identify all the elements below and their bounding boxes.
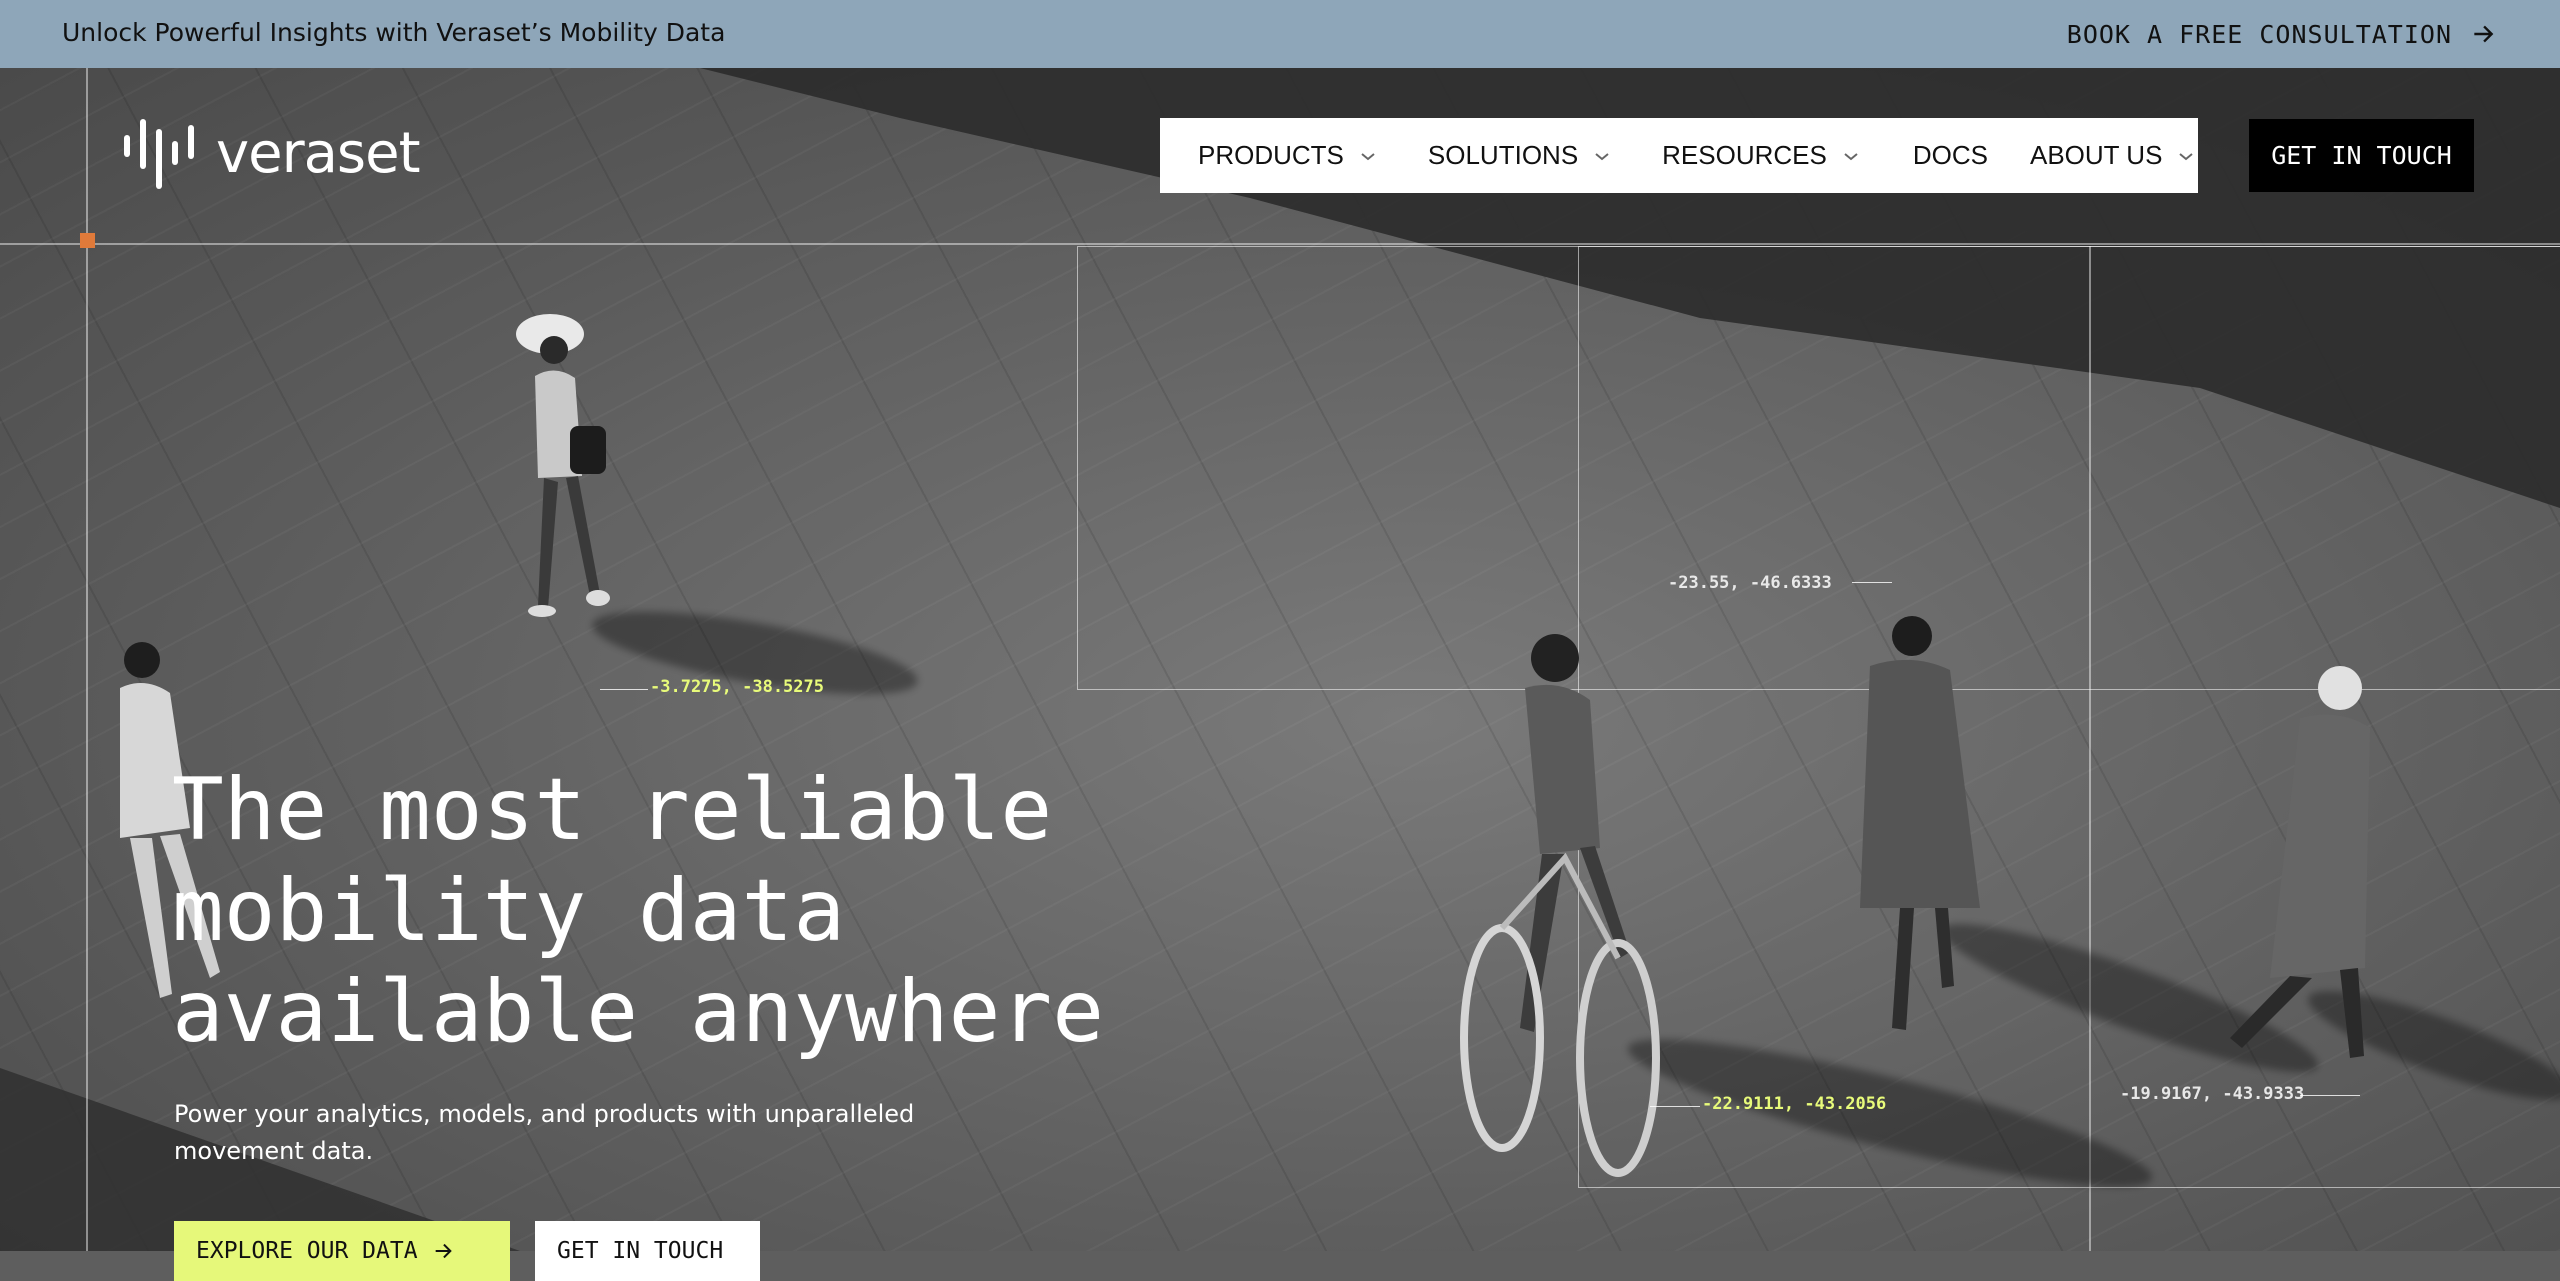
main-nav: PRODUCTS SOLUTIONS RESOURCES DOCS ABOUT … [1160,118,2198,193]
coord-leader-3 [1650,1106,1700,1107]
coordinate-label: -23.55, -46.6333 [1668,573,1832,593]
hero-subtext: Power your analytics, models, and produc… [174,1100,915,1165]
coord-leader-4 [2300,1095,2360,1096]
coord-leader-1 [600,689,648,690]
nav-item-products[interactable]: PRODUCTS [1198,140,1378,171]
announcement-bar: Unlock Powerful Insights with Veraset’s … [0,0,2560,68]
nav-item-label: ABOUT US [2029,140,2163,170]
hero-get-in-touch-label: GET IN TOUCH [557,1238,724,1264]
chevron-down-icon [1595,152,1609,160]
hero-background: -3.7275, -38.5275 -23.55, -46.6333 -22.9… [0,68,2560,1251]
headline-line: mobility data [172,861,846,961]
nav-item-docs[interactable]: DOCS [1913,140,1988,171]
coordinate-label: -19.9167, -43.9333 [2120,1084,2305,1104]
chevron-down-icon [2179,152,2194,160]
coordinate-label: -3.7275, -38.5275 [650,677,824,697]
nav-item-about-us[interactable]: ABOUT US [2030,140,2196,171]
nav-item-solutions[interactable]: SOLUTIONS [1428,140,1612,171]
nav-item-resources[interactable]: RESOURCES [1662,140,1861,171]
header-get-in-touch-button[interactable]: GET IN TOUCH [2249,119,2474,192]
elder-woman-figure [2230,666,2370,1058]
chevron-down-icon [1361,152,1375,160]
explore-data-label: EXPLORE OUR DATA [196,1238,418,1264]
headline-line: The most reliable [172,760,1053,860]
woman-with-hat-figure [516,314,610,617]
hero-get-in-touch-button[interactable]: GET IN TOUCH [535,1221,760,1281]
veraset-logo-mark-icon [124,119,194,189]
nav-item-label: SOLUTIONS [1427,140,1579,170]
marker-dot [80,233,95,248]
guide-line-vertical-2 [2089,246,2091,1251]
explore-data-button[interactable]: EXPLORE OUR DATA [174,1221,510,1281]
nav-item-label: DOCS [1912,140,1988,170]
nav-item-label: RESOURCES [1662,140,1827,170]
arrow-right-icon [435,1243,452,1259]
logo-wordmark: veraset [216,120,421,186]
book-consultation-link[interactable]: BOOK A FREE CONSULTATION [2067,0,2496,68]
nav-item-label: PRODUCTS [1198,140,1344,170]
coord-leader-2 [1852,582,1892,583]
arrow-right-icon [2474,25,2494,43]
veraset-logo[interactable]: veraset [122,115,421,191]
chevron-down-icon [1844,152,1858,160]
announcement-message: Unlock Powerful Insights with Veraset’s … [62,18,726,47]
hero-headline: The most reliable mobility data availabl… [172,760,1172,1063]
walker-coat-figure [1860,616,1980,1030]
guide-line-horizontal [0,243,2560,245]
headline-line: available anywhere [172,962,1104,1062]
cyclist-figure [1460,634,1660,1177]
book-consultation-label: BOOK A FREE CONSULTATION [2066,19,2452,49]
coordinate-label: -22.9111, -43.2056 [1702,1094,1887,1114]
